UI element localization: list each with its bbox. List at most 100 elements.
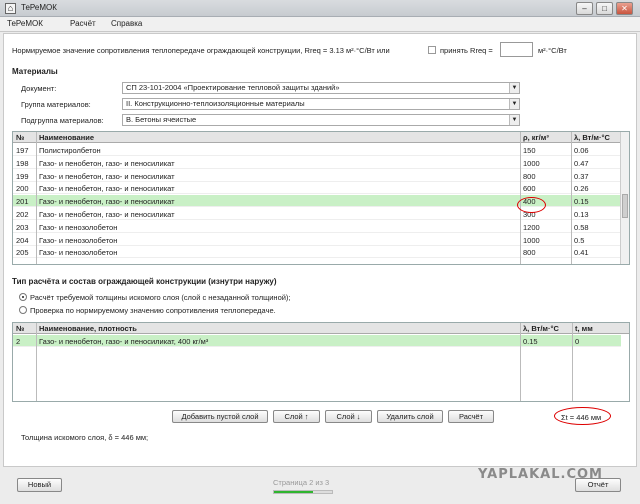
page-progress-fill — [274, 491, 313, 493]
page-progress — [273, 490, 333, 494]
table-cell: 2 — [16, 337, 21, 346]
table-cell: 0.26 — [574, 184, 589, 194]
scroll-thumb[interactable] — [622, 194, 628, 218]
table-cell: 0 — [575, 337, 580, 346]
close-button[interactable]: ✕ — [616, 2, 633, 15]
menu-help[interactable]: Справка — [111, 19, 142, 28]
table-cell: 1000 — [523, 158, 540, 168]
chevron-down-icon: ▼ — [509, 99, 519, 109]
radio-check-norm-label[interactable]: Проверка по нормируемому значению сопрот… — [30, 306, 276, 315]
table-row[interactable]: 200 Газо- и пенобетон, газо- и пеносилика… — [13, 182, 621, 195]
table-cell: Газо- и пенозолобетон — [39, 235, 118, 245]
menu-calc[interactable]: Расчёт — [70, 19, 96, 28]
group-select[interactable]: II. Конструкционно-теплоизоляционные мат… — [122, 98, 520, 110]
document-select[interactable]: СП 23-101-2004 «Проектирование тепловой … — [122, 82, 520, 94]
window-title: ТеРеМОК — [21, 3, 57, 12]
table-cell: Газо- и пенозолобетон — [39, 222, 118, 232]
menu-bar: ТеРеМОК Расчёт Справка — [0, 17, 640, 32]
table-cell: 0.15 — [574, 197, 589, 207]
table-cell: 0.06 — [574, 146, 589, 155]
sum-highlight-circle — [554, 407, 611, 425]
table-cell: 0.37 — [574, 171, 589, 181]
calculate-button[interactable]: Расчёт — [448, 410, 494, 423]
col-lambda[interactable]: λ, Вт/м·°C — [574, 133, 610, 142]
minimize-button[interactable]: – — [576, 2, 593, 15]
table-cell: 203 — [16, 222, 29, 232]
highlight-circle — [517, 197, 546, 213]
table-cell: 201 — [16, 197, 29, 207]
table-cell: Полистиролбетон — [39, 146, 101, 155]
chevron-down-icon: ▼ — [509, 115, 519, 125]
main-panel: Нормируемое значение сопротивления тепло… — [3, 33, 637, 467]
table-cell: 1200 — [523, 222, 540, 232]
chevron-down-icon: ▼ — [509, 83, 519, 93]
table-cell: 1000 — [523, 235, 540, 245]
delete-layer-button[interactable]: Удалить слой — [377, 410, 443, 423]
table-row[interactable]: 204 Газо- и пенозолобетон 1000 0.5 — [13, 234, 621, 246]
app-icon: ⌂ — [5, 3, 16, 14]
table-row[interactable]: 199 Газо- и пенобетон, газо- и пеносилика… — [13, 170, 621, 182]
calc-heading: Тип расчёта и состав ограждающей констру… — [12, 277, 277, 286]
materials-heading: Материалы — [12, 67, 58, 76]
rreq-input[interactable] — [500, 42, 533, 57]
table-scrollbar[interactable] — [620, 132, 629, 264]
table-cell: Газо- и пенобетон, газо- и пеносиликат — [39, 184, 175, 194]
maximize-button[interactable]: □ — [596, 2, 613, 15]
table-cell: Газо- и пенобетон, газо- и пеносиликат — [39, 158, 175, 168]
col-num[interactable]: № — [16, 133, 24, 142]
col-layer-lambda[interactable]: λ, Вт/м·°C — [523, 324, 559, 333]
col-layer-num[interactable]: № — [16, 324, 24, 333]
subgroup-select[interactable]: В. Бетоны ячеистые ▼ — [122, 114, 520, 126]
table-cell: 600 — [523, 184, 536, 194]
col-layer-name[interactable]: Наименование, плотность — [39, 324, 137, 333]
menu-teremok[interactable]: ТеРеМОК — [7, 19, 43, 28]
table-cell: 198 — [16, 158, 29, 168]
table-cell: Газо- и пенобетон, газо- и пеносиликат — [39, 210, 175, 219]
col-name[interactable]: Наименование — [39, 133, 94, 142]
title-bar: ⌂ ТеРеМОК – □ ✕ — [0, 0, 640, 17]
radio-check-norm[interactable] — [19, 306, 27, 314]
table-cell: 202 — [16, 210, 29, 219]
table-cell: 150 — [523, 146, 536, 155]
thickness-result: Толщина искомого слоя, δ = 446 мм; — [21, 433, 149, 442]
document-value: СП 23-101-2004 «Проектирование тепловой … — [126, 83, 340, 92]
page-indicator: Страница 2 из 3 — [273, 478, 330, 487]
new-button[interactable]: Новый — [17, 478, 62, 492]
table-cell: 0.13 — [574, 210, 589, 219]
accept-checkbox[interactable] — [428, 46, 436, 54]
layer-up-button[interactable]: Слой ↑ — [273, 410, 320, 423]
table-row[interactable]: 198 Газо- и пенобетон, газо- и пеносилика… — [13, 157, 621, 169]
layer-down-button[interactable]: Слой ↓ — [325, 410, 372, 423]
table-row[interactable]: 197 Полистиролбетон 150 0.06 — [13, 144, 621, 156]
table-cell: 0.5 — [574, 235, 585, 245]
add-empty-layer-button[interactable]: Добавить пустой слой — [172, 410, 268, 423]
table-cell: Газо- и пенозолобетон — [39, 248, 118, 258]
document-label: Документ: — [21, 84, 57, 93]
layer-row[interactable]: 2 Газо- и пенобетон, газо- и пеносиликат,… — [13, 335, 621, 347]
table-cell: 800 — [523, 248, 536, 258]
col-density[interactable]: ρ, кг/м³ — [523, 133, 549, 142]
rreq-unit: м²·°C/Вт — [538, 46, 567, 55]
table-header: № Наименование ρ, кг/м³ λ, Вт/м·°C — [13, 132, 621, 143]
col-layer-t[interactable]: t, мм — [575, 324, 593, 333]
table-cell: 0.41 — [574, 248, 589, 258]
table-cell: 200 — [16, 184, 29, 194]
table-cell: 0.58 — [574, 222, 589, 232]
layers-table: № Наименование, плотность λ, Вт/м·°C t, … — [12, 322, 630, 402]
table-cell: 199 — [16, 171, 29, 181]
radio-calc-thickness-label[interactable]: Расчёт требуемой толщины искомого слоя (… — [30, 293, 291, 302]
table-cell: 800 — [523, 171, 536, 181]
table-row[interactable]: 203 Газо- и пенозолобетон 1200 0.58 — [13, 221, 621, 233]
table-row[interactable]: 205 Газо- и пенозолобетон 800 0.41 — [13, 246, 621, 259]
group-label: Группа материалов: — [21, 100, 91, 109]
norm-label: Нормируемое значение сопротивления тепло… — [12, 46, 390, 55]
table-cell: 0.47 — [574, 158, 589, 168]
group-value: II. Конструкционно-теплоизоляционные мат… — [126, 99, 305, 108]
accept-label: принять Rreq = — [440, 46, 493, 55]
table-cell: 205 — [16, 248, 29, 258]
watermark-logo: YAPLAKAL.COM — [478, 467, 603, 482]
layers-header: № Наименование, плотность λ, Вт/м·°C t, … — [13, 323, 629, 334]
subgroup-value: В. Бетоны ячеистые — [126, 115, 197, 124]
table-cell: Газо- и пенобетон, газо- и пеносиликат — [39, 197, 175, 207]
radio-calc-thickness[interactable] — [19, 293, 27, 301]
